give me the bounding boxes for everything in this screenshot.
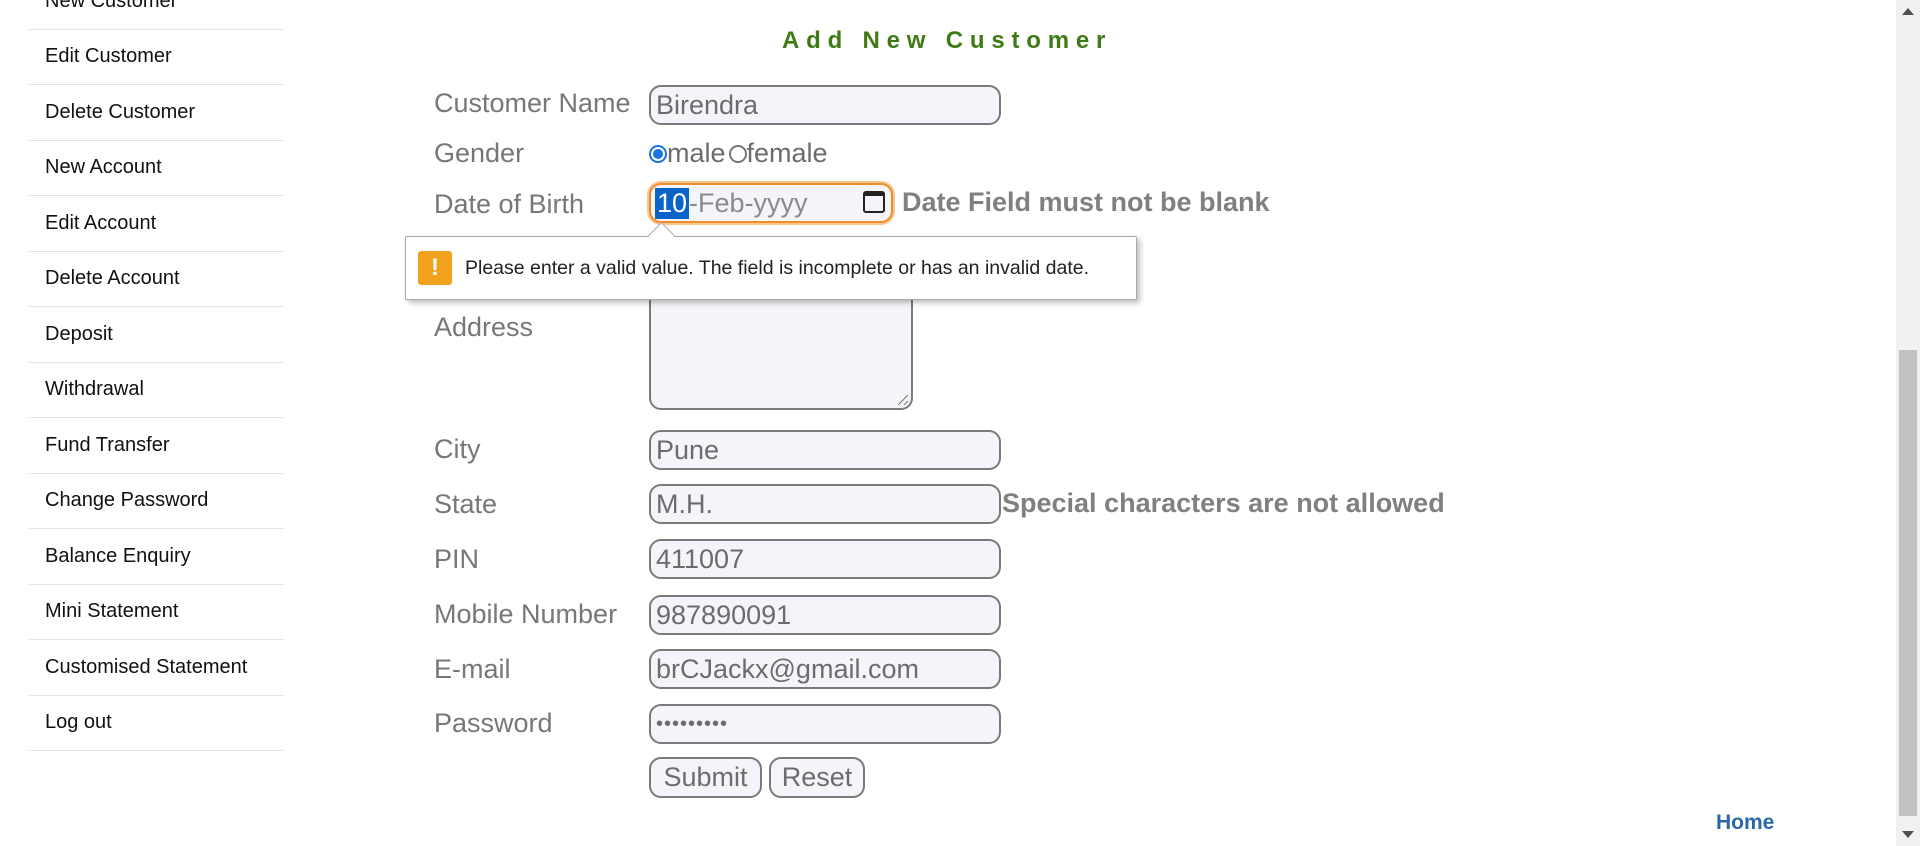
sidebar-item-mini-statement[interactable]: Mini Statement [29, 585, 284, 640]
password-input[interactable]: ••••••••• [649, 704, 1001, 744]
pin-label: PIN [434, 544, 480, 574]
dob-error-message: Date Field must not be blank [902, 187, 1270, 217]
reset-button[interactable]: Reset [769, 757, 865, 798]
dob-label: Date of Birth [434, 189, 585, 219]
mobile-label: Mobile Number [434, 599, 618, 629]
vertical-scrollbar[interactable] [1896, 0, 1920, 846]
sidebar-item-fund-transfer[interactable]: Fund Transfer [29, 418, 284, 474]
validation-tooltip-text: Please enter a valid value. The field is… [465, 256, 1090, 279]
sidebar-item-change-password[interactable]: Change Password [29, 474, 284, 529]
dob-date-input[interactable]: 10 -Feb-yyyy [649, 183, 893, 223]
email-label: E-mail [434, 654, 511, 684]
state-label: State [434, 489, 498, 519]
state-input[interactable]: M.H. [649, 484, 1001, 524]
pin-input[interactable]: 411007 [649, 539, 1001, 579]
sidebar-item-new-customer[interactable]: New Customer [29, 0, 284, 30]
customer-name-label: Customer Name [434, 88, 631, 118]
home-link[interactable]: Home [1716, 811, 1774, 835]
resize-handle-icon[interactable] [898, 395, 908, 405]
calendar-icon[interactable] [863, 191, 885, 213]
mobile-input[interactable]: 987890091 [649, 595, 1001, 635]
city-input[interactable]: Pune [649, 430, 1001, 470]
address-textarea[interactable] [649, 290, 913, 410]
state-error-message: Special characters are not allowed [1002, 488, 1445, 518]
sidebar-item-delete-customer[interactable]: Delete Customer [29, 85, 284, 141]
scroll-up-icon[interactable] [1902, 8, 1914, 15]
email-input[interactable]: brCJackx@gmail.com [649, 649, 1001, 689]
customer-name-input[interactable]: Birendra [649, 85, 1001, 125]
sidebar-item-delete-account[interactable]: Delete Account [29, 252, 284, 307]
gender-label: Gender [434, 138, 525, 168]
sidebar-item-edit-customer[interactable]: Edit Customer [29, 30, 284, 85]
scroll-down-icon[interactable] [1902, 831, 1914, 838]
address-label: Address [434, 312, 534, 342]
gender-female-label: female [746, 138, 828, 168]
scroll-thumb[interactable] [1899, 350, 1917, 816]
gender-male-label: male [667, 138, 726, 168]
sidebar-item-new-account[interactable]: New Account [29, 141, 284, 196]
city-label: City [434, 434, 481, 464]
page-title: Add New Customer [782, 27, 1113, 54]
dob-day-segment[interactable]: 10 [655, 187, 690, 219]
gender-male-radio[interactable] [649, 144, 667, 163]
password-label: Password [434, 708, 553, 738]
sidebar-menu: New Customer Edit Customer Delete Custom… [29, 0, 284, 751]
submit-button[interactable]: Submit [649, 757, 762, 798]
sidebar-item-customised-statement[interactable]: Customised Statement [29, 640, 284, 696]
warning-icon: ! [418, 251, 452, 285]
gender-radio-group: male female [649, 138, 828, 169]
validation-tooltip: ! Please enter a valid value. The field … [405, 236, 1137, 300]
sidebar-item-withdrawal[interactable]: Withdrawal [29, 363, 284, 418]
sidebar-item-edit-account[interactable]: Edit Account [29, 196, 284, 252]
sidebar-item-deposit[interactable]: Deposit [29, 307, 284, 363]
dob-placeholder-rest: -Feb-yyyy [689, 187, 808, 218]
sidebar-item-log-out[interactable]: Log out [29, 696, 284, 751]
gender-female-radio[interactable] [728, 144, 747, 163]
sidebar-item-balance-enquiry[interactable]: Balance Enquiry [29, 529, 284, 585]
